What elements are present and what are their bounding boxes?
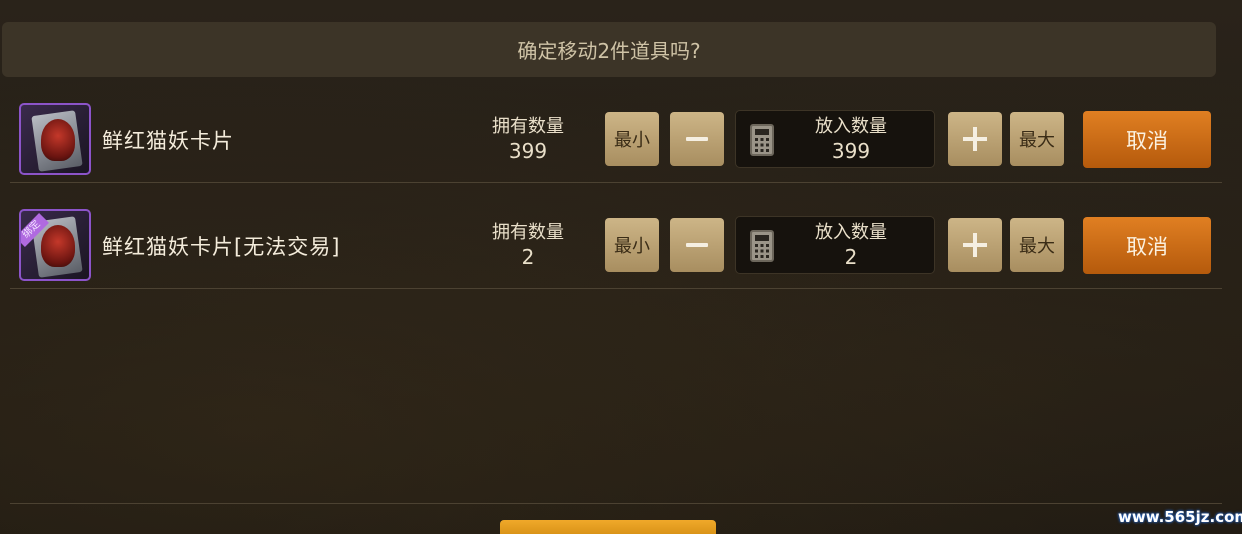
cancel-button[interactable]: 取消 (1083, 111, 1211, 168)
min-button[interactable]: 最小 (605, 112, 659, 166)
min-button[interactable]: 最小 (605, 218, 659, 272)
increment-button[interactable] (948, 112, 1002, 166)
quantity-input[interactable]: 放入数量 399 (735, 110, 935, 168)
cancel-button[interactable]: 取消 (1083, 217, 1211, 274)
owned-quantity: 拥有数量 2 (478, 221, 578, 269)
dialog-title: 确定移动2件道具吗? (2, 22, 1216, 77)
item-name: 鲜红猫妖卡片 (102, 129, 234, 153)
decrement-button[interactable] (670, 112, 724, 166)
quantity-label: 放入数量 (815, 116, 887, 137)
item-row: 鲜红猫妖卡片 拥有数量 399 最小 放入数量 399 最大 取消 (10, 97, 1222, 183)
owned-quantity: 拥有数量 399 (478, 115, 578, 163)
item-row: 绑定 鲜红猫妖卡片[无法交易] 拥有数量 2 最小 放入数量 2 最大 取消 (10, 203, 1222, 289)
quantity-input[interactable]: 放入数量 2 (735, 216, 935, 274)
cat-demon-card-icon[interactable]: 绑定 (19, 209, 91, 281)
max-button[interactable]: 最大 (1010, 112, 1064, 166)
divider (10, 503, 1222, 504)
quantity-value: 2 (844, 245, 858, 269)
watermark: www.565jz.com (1118, 508, 1242, 526)
owned-label: 拥有数量 (492, 116, 564, 137)
item-name: 鲜红猫妖卡片[无法交易] (102, 235, 341, 259)
quantity-value: 399 (831, 139, 871, 163)
quantity-label: 放入数量 (815, 222, 887, 243)
owned-label: 拥有数量 (492, 222, 564, 243)
calculator-icon[interactable] (750, 230, 774, 262)
minus-icon (686, 243, 708, 247)
confirm-button[interactable] (500, 520, 716, 534)
owned-value: 399 (508, 139, 548, 163)
plus-icon (963, 233, 987, 257)
max-button[interactable]: 最大 (1010, 218, 1064, 272)
minus-icon (686, 137, 708, 141)
owned-value: 2 (521, 245, 535, 269)
calculator-icon[interactable] (750, 124, 774, 156)
plus-icon (963, 127, 987, 151)
increment-button[interactable] (948, 218, 1002, 272)
cat-demon-card-icon[interactable] (19, 103, 91, 175)
decrement-button[interactable] (670, 218, 724, 272)
